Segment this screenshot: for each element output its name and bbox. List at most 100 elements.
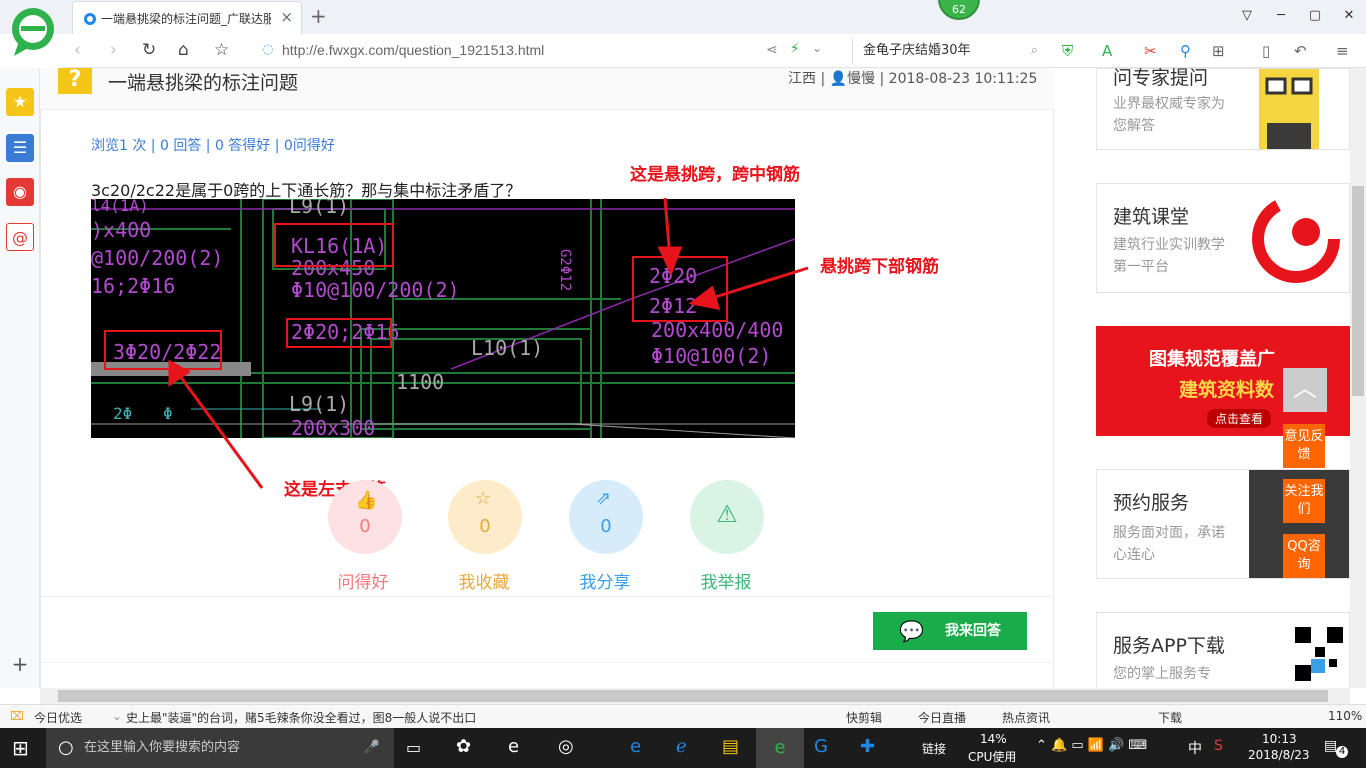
sogou-icon[interactable]: S bbox=[1214, 738, 1223, 754]
answer-button[interactable]: 💬 我来回答 bbox=[873, 612, 1027, 650]
browser-logo-icon[interactable] bbox=[10, 6, 56, 60]
edge-icon[interactable]: e bbox=[508, 736, 519, 757]
ime-indicator[interactable]: 中 bbox=[1188, 738, 1202, 758]
add-icon[interactable]: + bbox=[6, 650, 34, 678]
notification-count: 4 bbox=[1336, 746, 1348, 758]
bookmark-star-icon[interactable]: ☆ bbox=[214, 40, 229, 60]
apps-icon[interactable]: ⊞ bbox=[1212, 42, 1225, 60]
mail-icon[interactable]: @ bbox=[6, 223, 34, 251]
share-button[interactable]: ⇗ 0 bbox=[569, 480, 643, 554]
card-title: 建筑课堂 bbox=[1113, 206, 1190, 228]
app-icon[interactable]: ✚ bbox=[860, 736, 875, 757]
microphone-icon[interactable]: 🎤 bbox=[364, 728, 380, 768]
status-item[interactable]: 热点资讯 bbox=[1002, 709, 1050, 726]
dropdown-icon[interactable]: ⌄ bbox=[812, 41, 822, 55]
weibo-icon[interactable]: ◉ bbox=[6, 178, 34, 206]
search-icon[interactable]: ⌕ bbox=[1031, 38, 1038, 64]
url-field[interactable]: ◌ http://e.fwxgx.com/question_1921513.ht… bbox=[260, 38, 840, 64]
app-icon[interactable]: ◎ bbox=[558, 736, 574, 757]
browser-sidebar: ★ ☰ ◉ @ + bbox=[0, 68, 40, 688]
forward-icon[interactable]: › bbox=[110, 40, 117, 60]
browser-taskbar-icon[interactable]: e bbox=[756, 728, 804, 768]
question-mark-icon: ? bbox=[58, 68, 92, 94]
vertical-scroll-thumb[interactable] bbox=[1352, 186, 1364, 396]
clock-time[interactable]: 10:13 bbox=[1262, 732, 1297, 746]
tab-close-icon[interactable]: × bbox=[280, 8, 293, 26]
feedback-button[interactable]: 意见反馈 bbox=[1283, 424, 1325, 468]
card-title: 问专家提问 bbox=[1113, 67, 1209, 89]
window-controls: ▽ ─ ▢ ✕ bbox=[1230, 0, 1366, 34]
cad-label: G2Φ12 bbox=[557, 249, 573, 291]
reading-icon[interactable]: ▯ bbox=[1262, 42, 1270, 60]
cad-label: @100/200(2) bbox=[91, 246, 223, 270]
favorite-button[interactable]: ☆ 0 bbox=[448, 480, 522, 554]
follow-button[interactable]: 关注我们 bbox=[1283, 479, 1325, 523]
cad-label: 2Φ bbox=[113, 404, 132, 423]
horizontal-scrollbar[interactable] bbox=[40, 688, 1350, 704]
status-item[interactable]: 下载 bbox=[1158, 709, 1182, 726]
vertical-scrollbar[interactable] bbox=[1350, 68, 1366, 688]
undo-icon[interactable]: ↶ bbox=[1294, 42, 1307, 60]
app-icon[interactable]: G bbox=[814, 736, 828, 757]
news-icon[interactable]: ☰ bbox=[6, 134, 34, 162]
edge-blue-icon[interactable]: e bbox=[630, 736, 641, 757]
share-label[interactable]: 我分享 bbox=[555, 568, 655, 593]
new-tab-button[interactable]: + bbox=[310, 4, 327, 28]
search-field[interactable]: 金龟子庆结婚30年 ⌕ bbox=[852, 38, 1042, 64]
skin-icon[interactable]: ▽ bbox=[1230, 0, 1264, 34]
browser-tab[interactable]: 一端悬挑梁的标注问题_广联达服 × bbox=[72, 1, 302, 34]
status-item[interactable]: 快剪辑 bbox=[846, 709, 882, 726]
cad-label: 2Φ12 bbox=[649, 294, 697, 318]
question-meta: 江西 | 👤慢慢 | 2018-08-23 10:11:25 bbox=[788, 71, 1038, 87]
translate-icon[interactable]: A bbox=[1102, 42, 1112, 60]
clock-date[interactable]: 2018/8/23 bbox=[1248, 748, 1310, 762]
report-button[interactable]: ⚠ bbox=[690, 480, 764, 554]
taskbar-search[interactable]: ○ 在这里输入你要搜索的内容 🎤 bbox=[46, 728, 394, 768]
app-card[interactable]: 服务APP下载 您的掌上服务专 bbox=[1096, 612, 1350, 688]
chat-icon: 💬 bbox=[899, 619, 924, 643]
banner-link[interactable]: 点击查看 bbox=[1207, 409, 1272, 428]
card-desc: 建筑行业实训教学第一平台 bbox=[1113, 237, 1225, 275]
back-to-top-icon[interactable]: ︿ bbox=[1283, 368, 1327, 412]
favorite-label[interactable]: 我收藏 bbox=[434, 568, 534, 593]
cortana-icon: ○ bbox=[58, 737, 74, 758]
share-icon[interactable]: ⋖ bbox=[766, 42, 778, 58]
favorites-icon[interactable]: ★ bbox=[6, 88, 34, 116]
like-count: 0 bbox=[359, 516, 371, 537]
ie-icon[interactable]: ℯ bbox=[676, 736, 687, 757]
windows-start-icon[interactable]: ⊞ bbox=[12, 736, 29, 760]
back-icon[interactable]: ‹ bbox=[74, 40, 81, 60]
home-icon[interactable]: ⌂ bbox=[178, 40, 189, 60]
status-item[interactable]: 今日直播 bbox=[918, 709, 966, 726]
qq-consult-button[interactable]: QQ咨询 bbox=[1283, 534, 1325, 578]
qr-code-icon bbox=[1293, 625, 1345, 685]
refresh-icon[interactable]: ↻ bbox=[142, 40, 156, 60]
expert-card[interactable]: 问专家提问 业界最权威专家为您解答 bbox=[1096, 67, 1350, 150]
tray-icons[interactable]: ⌃ 🔔 ▭ 📶 🔊 ⌨ bbox=[1036, 738, 1147, 753]
lightning-icon[interactable]: ⚡ bbox=[790, 41, 800, 57]
shield-icon[interactable]: ⛨ bbox=[1062, 42, 1073, 60]
question-stats[interactable]: 浏览1 次 | 0 回答 | 0 答得好 | 0问得好 bbox=[91, 135, 335, 155]
report-label[interactable]: 我举报 bbox=[676, 568, 776, 593]
maximize-button[interactable]: ▢ bbox=[1298, 0, 1332, 34]
task-view-icon[interactable]: ▭ bbox=[406, 738, 421, 757]
magnifier-icon[interactable]: ⚲ bbox=[1180, 42, 1191, 60]
cad-label: 16;2Φ16 bbox=[91, 274, 175, 298]
course-card[interactable]: 建筑课堂 建筑行业实训教学第一平台 bbox=[1096, 183, 1350, 293]
close-button[interactable]: ✕ bbox=[1332, 0, 1366, 34]
like-label[interactable]: 问得好 bbox=[313, 568, 413, 593]
app-icon[interactable]: ✿ bbox=[456, 736, 471, 757]
zoom-level[interactable]: 110% bbox=[1328, 709, 1362, 723]
menu-icon[interactable]: ≡ bbox=[1336, 42, 1349, 60]
like-button[interactable]: 👍 0 bbox=[328, 480, 402, 554]
cad-label: L9(1) bbox=[289, 199, 349, 218]
minimize-button[interactable]: ─ bbox=[1264, 0, 1298, 34]
scissors-icon[interactable]: ✂ bbox=[1144, 42, 1157, 60]
taskbar-links[interactable]: 链接 bbox=[922, 740, 946, 757]
status-news[interactable]: 史上最"装逼"的台词，赌5毛辣条你没全看过，图8一般人说不出口 bbox=[126, 709, 476, 726]
horizontal-scroll-thumb[interactable] bbox=[58, 690, 1328, 702]
cad-label: L9(1) bbox=[289, 392, 349, 416]
folder-icon[interactable]: ▤ bbox=[722, 736, 739, 757]
status-left[interactable]: 今日优选 bbox=[34, 709, 82, 726]
answer-label: 我来回答 bbox=[945, 623, 1001, 639]
